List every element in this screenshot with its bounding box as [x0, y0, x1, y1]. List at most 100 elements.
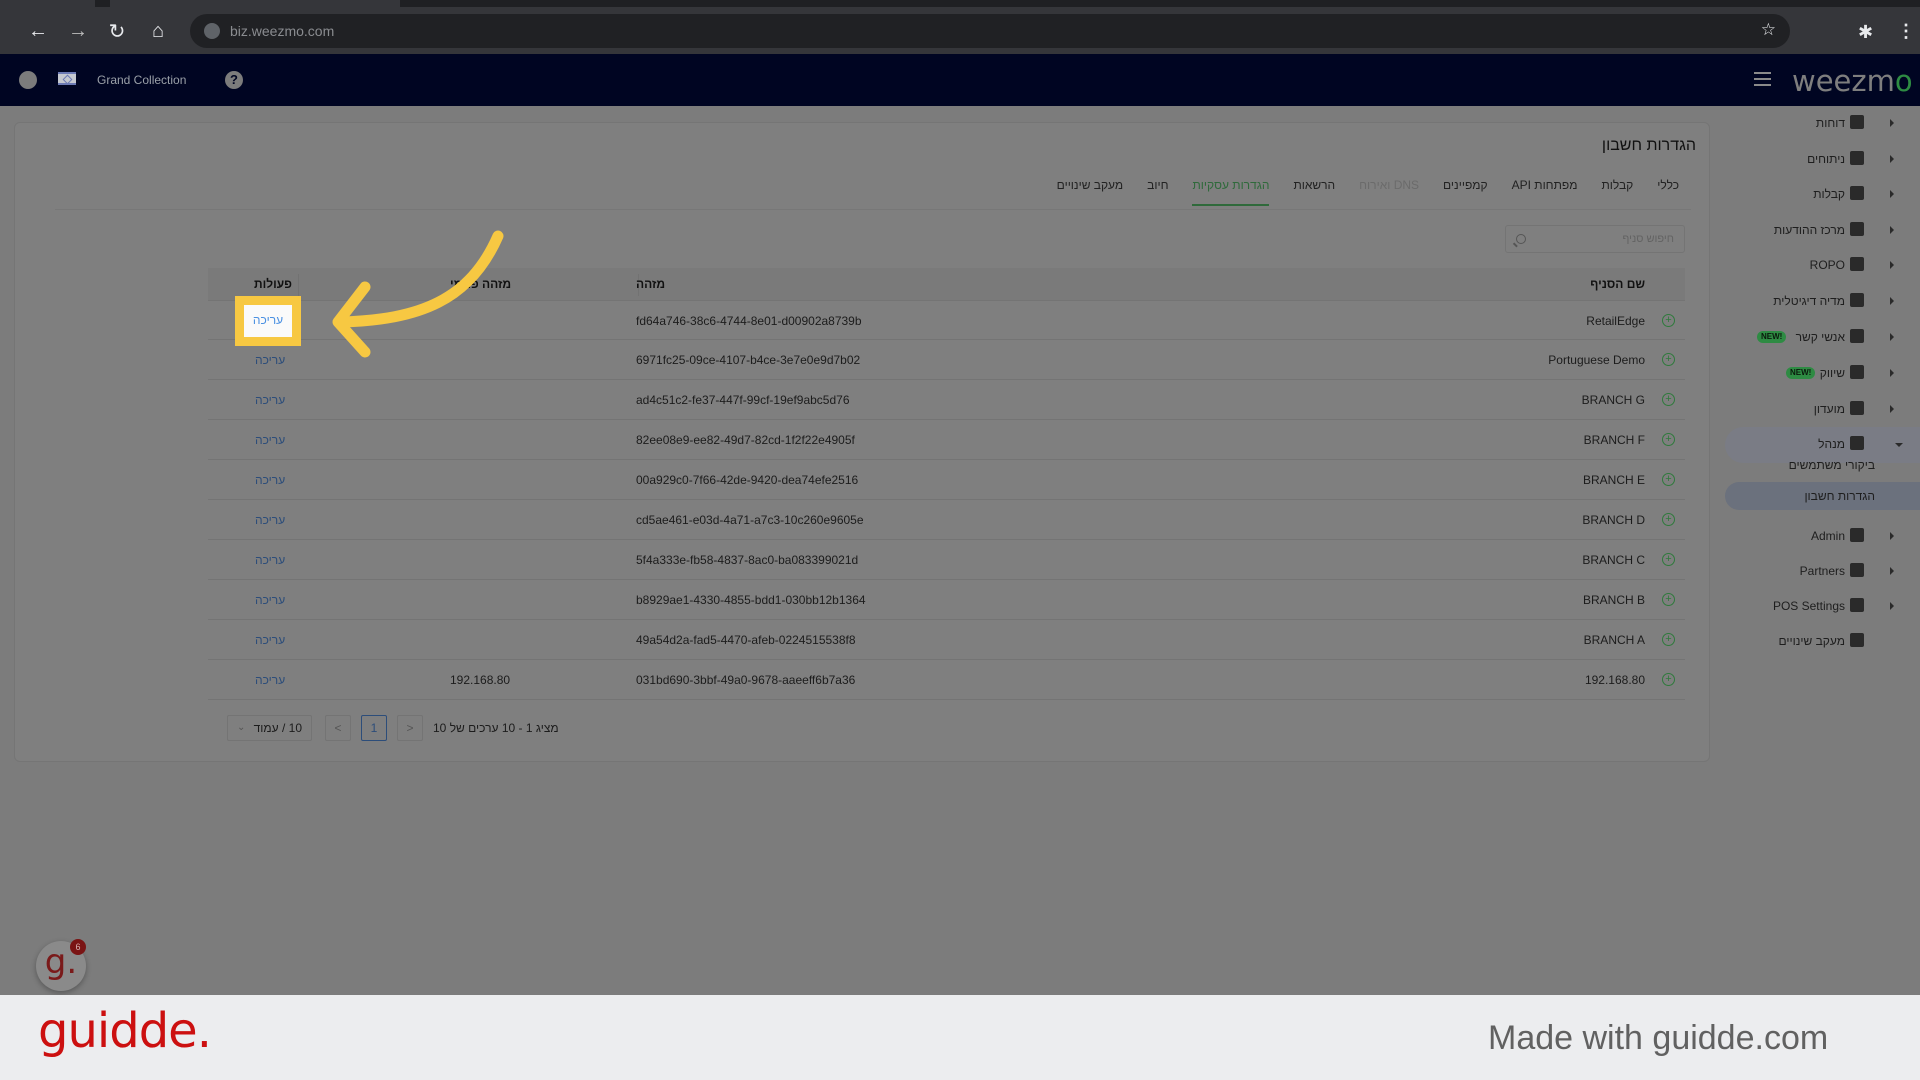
- edit-link[interactable]: עריכה: [255, 433, 285, 447]
- caret-right-icon[interactable]: [1890, 155, 1894, 163]
- user-icon[interactable]: [19, 71, 37, 89]
- edit-link[interactable]: עריכה: [255, 553, 285, 567]
- caret-right-icon[interactable]: [1890, 119, 1894, 127]
- address-bar[interactable]: biz.weezmo.com ☆: [190, 14, 1790, 48]
- expand-row-icon[interactable]: +: [1662, 673, 1675, 686]
- extensions-icon[interactable]: ✱: [1858, 22, 1873, 43]
- sidebar-item-handshake[interactable]: Partners: [1720, 554, 1920, 590]
- sidebar-item-cash-register[interactable]: POS Settings: [1720, 589, 1920, 625]
- caret-down-icon[interactable]: [1895, 443, 1903, 447]
- edit-link[interactable]: עריכה: [255, 353, 285, 367]
- page-1-button[interactable]: 1: [361, 715, 387, 741]
- expand-row-icon[interactable]: +: [1662, 513, 1675, 526]
- tab-campaigns[interactable]: קמפיינים: [1431, 178, 1500, 206]
- caret-right-icon[interactable]: [1890, 190, 1894, 198]
- sidebar-item-people[interactable]: מדיה דיגיטלית: [1720, 284, 1920, 320]
- caret-right-icon[interactable]: [1890, 333, 1894, 341]
- branch-id: b8929ae1-4330-4855-bdd1-030bb12b1364: [636, 593, 866, 607]
- edit-link[interactable]: עריכה: [255, 593, 285, 607]
- expand-row-icon[interactable]: +: [1662, 393, 1675, 406]
- expand-row-icon[interactable]: +: [1662, 353, 1675, 366]
- reload-icon[interactable]: ↻: [101, 15, 133, 47]
- caret-right-icon[interactable]: [1890, 297, 1894, 305]
- sidebar-item-label: Admin: [1810, 529, 1845, 543]
- edit-link[interactable]: עריכה: [255, 393, 285, 407]
- browser-tab-active[interactable]: [110, 0, 400, 7]
- sidebar-item-celebration[interactable]: שיווק NEW!: [1720, 356, 1920, 392]
- sidebar-item-label: POS Settings: [1772, 599, 1845, 613]
- gear-icon: [1850, 436, 1864, 450]
- store-selector[interactable]: Grand Collection: [97, 73, 186, 87]
- branch-id: 49a54d2a-fad5-4470-afeb-0224515538f8: [636, 633, 856, 647]
- expand-row-icon[interactable]: +: [1662, 433, 1675, 446]
- expand-row-icon[interactable]: +: [1662, 314, 1675, 327]
- message-icon: [1850, 222, 1864, 236]
- table-row: + BRANCH A 49a54d2a-fad5-4470-afeb-0224515…: [208, 620, 1685, 660]
- sidebar-item-message[interactable]: מרכז ההודעות: [1720, 213, 1920, 249]
- tab-permissions[interactable]: הרשאות: [1281, 178, 1347, 206]
- people-icon: [1850, 293, 1864, 307]
- forward-icon[interactable]: →: [62, 15, 94, 47]
- expand-row-icon[interactable]: +: [1662, 473, 1675, 486]
- branch-id: cd5ae461-e03d-4a71-a7c3-10c260e9605e: [636, 513, 864, 527]
- back-icon[interactable]: ←: [22, 15, 54, 47]
- caret-right-icon[interactable]: [1890, 369, 1894, 377]
- sidebar-subitem-user-visits[interactable]: ביקורי משתמשים: [1789, 458, 1875, 472]
- caret-right-icon[interactable]: [1890, 261, 1894, 269]
- sidebar-item-infinity[interactable]: ROPO: [1720, 248, 1920, 284]
- dashboard-icon: [1850, 115, 1864, 129]
- caret-right-icon[interactable]: [1890, 532, 1894, 540]
- tag-icon: [1850, 401, 1864, 415]
- page-size-value: 10 / עמוד: [253, 721, 302, 735]
- expand-row-icon[interactable]: +: [1662, 593, 1675, 606]
- header-branch-name[interactable]: שם הסניף: [1590, 277, 1645, 291]
- caret-right-icon[interactable]: [1890, 226, 1894, 234]
- sidebar-item-admin-gear[interactable]: Admin: [1720, 519, 1920, 555]
- header-id[interactable]: מזהה: [636, 277, 665, 291]
- sidebar-item-label: שיווק: [1819, 366, 1845, 380]
- page-size-select[interactable]: ⌄ 10 / עמוד: [227, 715, 312, 741]
- tab-receipts[interactable]: קבלות: [1589, 178, 1645, 206]
- account-settings-card: הגדרות חשבון כללי קבלות מפתחות API קמפיי…: [14, 122, 1710, 762]
- table-row: + BRANCH D cd5ae461-e03d-4a71-a7c3-10c260e…: [208, 500, 1685, 540]
- sidebar-item-contacts[interactable]: אנשי קשר NEW!: [1720, 320, 1920, 356]
- caret-right-icon[interactable]: [1890, 567, 1894, 575]
- prev-page-button[interactable]: <: [325, 715, 351, 741]
- tab-general[interactable]: כללי: [1645, 178, 1691, 206]
- caret-right-icon[interactable]: [1890, 602, 1894, 610]
- language-flag-icon[interactable]: [58, 72, 76, 85]
- tab-change-tracking[interactable]: מעקב שינויים: [1045, 178, 1136, 206]
- tab-api-keys[interactable]: מפתחות API: [1500, 178, 1590, 206]
- branches-table: שם הסניף מזהה מזהה פנימי פעולות + RetailE…: [208, 268, 1685, 700]
- tab-business-settings[interactable]: הגדרות עסקיות: [1180, 178, 1281, 206]
- branch-search-input[interactable]: חיפוש סניף: [1505, 225, 1685, 253]
- new-badge: NEW!: [1757, 331, 1787, 343]
- header-internal-id[interactable]: מזהה פנימי: [450, 277, 511, 291]
- sidebar-item-receipt[interactable]: קבלות: [1720, 177, 1920, 213]
- caret-right-icon[interactable]: [1890, 405, 1894, 413]
- tab-billing[interactable]: חיוב: [1135, 178, 1180, 206]
- star-icon[interactable]: ☆: [1761, 20, 1776, 40]
- edit-link[interactable]: עריכה: [255, 633, 285, 647]
- edit-link[interactable]: עריכה: [255, 513, 285, 527]
- expand-row-icon[interactable]: +: [1662, 553, 1675, 566]
- highlighted-edit-link[interactable]: עריכה: [235, 296, 301, 346]
- kebab-menu-icon[interactable]: ⋮: [1897, 21, 1915, 42]
- sidebar-item-analytics[interactable]: ניתוחים: [1720, 142, 1920, 178]
- branch-name: BRANCH B: [1582, 593, 1645, 607]
- sidebar-item-dashboard[interactable]: דוחות: [1720, 106, 1920, 142]
- edit-link[interactable]: עריכה: [255, 673, 285, 687]
- help-icon[interactable]: ?: [225, 71, 243, 89]
- table-row: + BRANCH E 00a929c0-7f66-42de-9420-dea74ef…: [208, 460, 1685, 500]
- expand-row-icon[interactable]: +: [1662, 633, 1675, 646]
- branch-name: BRANCH F: [1583, 433, 1645, 447]
- sidebar-item-zoom-in[interactable]: מעקב שינויים: [1720, 624, 1920, 660]
- edit-link[interactable]: עריכה: [255, 473, 285, 487]
- next-page-button[interactable]: >: [397, 715, 423, 741]
- url-text[interactable]: biz.weezmo.com: [230, 23, 334, 39]
- browser-tab[interactable]: [0, 0, 95, 7]
- home-icon[interactable]: ⌂: [142, 15, 174, 47]
- sidebar-subitem-account-settings[interactable]: הגדרות חשבון: [1725, 482, 1920, 510]
- sidebar-item-tag[interactable]: מועדון: [1720, 392, 1920, 428]
- hamburger-menu-icon[interactable]: [1754, 72, 1771, 86]
